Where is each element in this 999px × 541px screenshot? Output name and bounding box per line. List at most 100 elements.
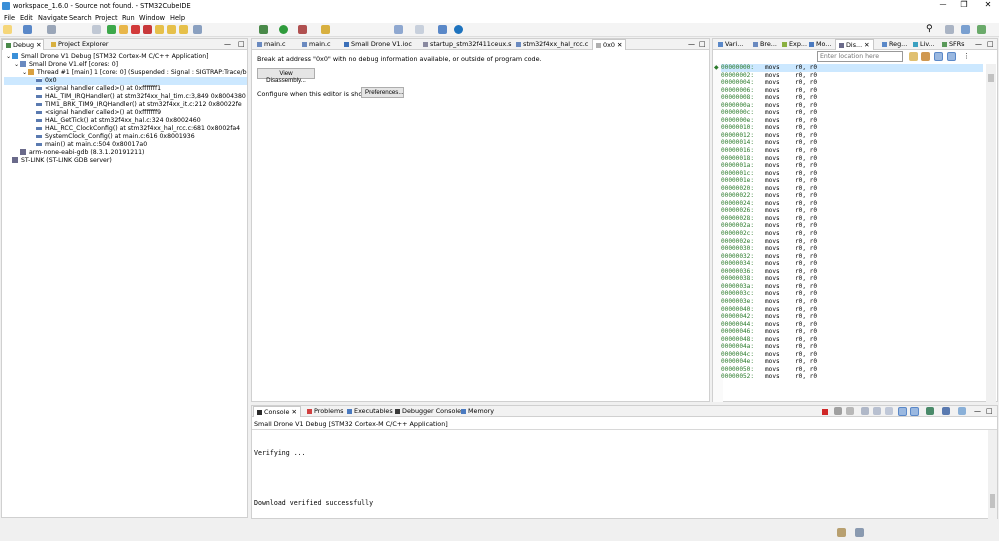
disassembly-row[interactable]: 00000022: movs r0, r0	[721, 192, 983, 200]
menu-window[interactable]: Window	[139, 14, 165, 22]
open-console-icon[interactable]	[958, 407, 966, 415]
sync-icon[interactable]	[947, 52, 956, 61]
remove-all-icon[interactable]	[846, 407, 854, 415]
maximize-icon[interactable]: ❐	[954, 0, 974, 12]
maximize-view-icon[interactable]: □	[986, 407, 993, 415]
disassembly-row[interactable]: 00000004: movs r0, r0	[721, 79, 983, 87]
console-scrollbar[interactable]	[988, 430, 997, 519]
right-tab-5[interactable]: Reg...	[879, 39, 910, 50]
view-menu-icon[interactable]: —	[975, 40, 982, 48]
disassembly-row[interactable]: 00000002: movs r0, r0	[721, 72, 983, 80]
tab-hal-rcc[interactable]: stm32f4xx_hal_rcc.c	[513, 39, 591, 50]
show-on-stderr-icon[interactable]	[910, 407, 919, 416]
right-tab-4[interactable]: Dis... ✕	[835, 39, 874, 50]
disassembly-row[interactable]: 0000002c: movs r0, r0	[721, 230, 983, 238]
maximize-view-icon[interactable]: □	[699, 40, 706, 48]
run-icon[interactable]	[279, 25, 288, 34]
minimize-icon[interactable]: —	[933, 0, 953, 12]
disassembly-row[interactable]: 00000012: movs r0, r0	[721, 132, 983, 140]
tree-row[interactable]: ⌄ Small Drone V1 Debug [STM32 Cortex-M C/…	[4, 53, 247, 61]
stack-frame-row[interactable]: HAL_GetTick() at stm32f4xx_hal.c:324 0x8…	[4, 117, 247, 125]
close-tab-icon[interactable]: ✕	[862, 41, 869, 49]
disassembly-row[interactable]: 00000016: movs r0, r0	[721, 147, 983, 155]
scroll-lock-icon[interactable]	[873, 407, 881, 415]
location-input[interactable]	[817, 51, 903, 62]
disassembly-row[interactable]: 00000032: movs r0, r0	[721, 253, 983, 261]
tab-ioc[interactable]: Small Drone V1.ioc	[341, 39, 415, 50]
new-icon[interactable]	[3, 25, 12, 34]
disassembly-row[interactable]: 0000003e: movs r0, r0	[721, 298, 983, 306]
stack-frame-row[interactable]: <signal handler called>() at 0xfffffff1	[4, 85, 247, 93]
menu-navigate[interactable]: Navigate	[38, 14, 68, 22]
disassembly-row[interactable]: 00000006: movs r0, r0	[721, 87, 983, 95]
disassembly-row[interactable]: 0000001e: movs r0, r0	[721, 177, 983, 185]
disassembly-row[interactable]: 0000004e: movs r0, r0	[721, 358, 983, 366]
disassembly-row[interactable]: 00000052: movs r0, r0	[721, 373, 983, 381]
tab-debugger-console[interactable]: Debugger Console	[392, 406, 464, 417]
clear-console-icon[interactable]	[861, 407, 869, 415]
disassembly-row[interactable]: 0000002e: movs r0, r0	[721, 238, 983, 246]
stack-frame-row[interactable]: main() at main.c:504 0x80017a0	[4, 141, 247, 149]
disassembly-row[interactable]: 0000002a: movs r0, r0	[721, 222, 983, 230]
instruction-step-icon[interactable]	[193, 25, 202, 34]
pin-console-icon[interactable]	[926, 407, 934, 415]
debug-icon[interactable]	[259, 25, 268, 34]
disassembly-view-menu-icon[interactable]: ⋮	[963, 52, 970, 60]
step-over-icon[interactable]	[167, 25, 176, 34]
view-menu-icon[interactable]: —	[688, 40, 695, 48]
disassembly-row[interactable]: 00000044: movs r0, r0	[721, 321, 983, 329]
scrollbar-thumb[interactable]	[988, 74, 994, 82]
stack-frame-row[interactable]: SystemClock_Config() at main.c:616 0x800…	[4, 133, 247, 141]
disassembly-row[interactable]: 00000008: movs r0, r0	[721, 94, 983, 102]
disassembly-row[interactable]: 00000020: movs r0, r0	[721, 185, 983, 193]
right-tab-7[interactable]: SFRs	[939, 39, 968, 50]
view-menu-icon[interactable]: —	[224, 40, 231, 48]
tab-project-explorer[interactable]: Project Explorer	[48, 39, 118, 50]
disassembly-row[interactable]: 00000038: movs r0, r0	[721, 275, 983, 283]
disassembly-row[interactable]: 00000028: movs r0, r0	[721, 215, 983, 223]
resume-icon[interactable]	[107, 25, 116, 34]
close-icon[interactable]: ✕	[978, 0, 998, 12]
search-toolbar-icon[interactable]	[321, 25, 330, 34]
tree-row[interactable]: arm-none-eabi-gdb (8.3.1.20191211)	[4, 149, 247, 157]
disassembly-row[interactable]: 00000046: movs r0, r0	[721, 328, 983, 336]
info-icon[interactable]	[454, 25, 463, 34]
skip-breakpoints-icon[interactable]	[92, 25, 101, 34]
menu-edit[interactable]: Edit	[20, 14, 33, 22]
right-tab-6[interactable]: Liv...	[910, 39, 938, 50]
disassembly-row[interactable]: 00000000: movs r0, r0	[721, 64, 983, 72]
display-console-icon[interactable]	[942, 407, 950, 415]
stack-frame-row[interactable]: HAL_RCC_ClockConfig() at stm32f4xx_hal_r…	[4, 125, 247, 133]
tab-console[interactable]: Console ✕	[253, 406, 301, 417]
disassembly-row[interactable]: 0000000c: movs r0, r0	[721, 109, 983, 117]
tab-0x0[interactable]: 0x0 ✕	[592, 39, 626, 50]
tab-executables[interactable]: Executables	[344, 406, 396, 417]
disassembly-row[interactable]: 0000004a: movs r0, r0	[721, 343, 983, 351]
forward-icon[interactable]	[415, 25, 424, 34]
menu-run[interactable]: Run	[122, 14, 135, 22]
disassembly-row[interactable]: 00000014: movs r0, r0	[721, 139, 983, 147]
tree-row[interactable]: ⌄ Thread #1 [main] 1 [core: 0] (Suspended…	[4, 69, 247, 77]
search-icon[interactable]: ⚲	[926, 24, 933, 34]
tab-problems[interactable]: Problems	[304, 406, 347, 417]
notification-icon[interactable]	[837, 528, 846, 537]
right-tab-3[interactable]: Mo...	[806, 39, 834, 50]
tree-row[interactable]: ⌄ Small Drone V1.elf [cores: 0]	[4, 61, 247, 69]
terminate-icon[interactable]	[131, 25, 140, 34]
back-icon[interactable]	[394, 25, 403, 34]
tab-main-c-1[interactable]: main.c	[254, 39, 289, 50]
go-icon[interactable]	[909, 52, 918, 61]
suspend-icon[interactable]	[119, 25, 128, 34]
disassembly-row[interactable]: 00000050: movs r0, r0	[721, 366, 983, 374]
external-tools-icon[interactable]	[298, 25, 307, 34]
menu-search[interactable]: Search	[69, 14, 92, 22]
terminate-console-icon[interactable]	[822, 409, 828, 415]
word-wrap-icon[interactable]	[885, 407, 893, 415]
perspective-debug-icon[interactable]	[961, 25, 970, 34]
link-editor-icon[interactable]	[934, 52, 943, 61]
disassembly-row[interactable]: 00000042: movs r0, r0	[721, 313, 983, 321]
step-return-icon[interactable]	[179, 25, 188, 34]
tab-debug[interactable]: Debug ✕	[2, 39, 44, 50]
maximize-view-icon[interactable]: □	[238, 40, 245, 48]
disassembly-row[interactable]: 00000026: movs r0, r0	[721, 207, 983, 215]
